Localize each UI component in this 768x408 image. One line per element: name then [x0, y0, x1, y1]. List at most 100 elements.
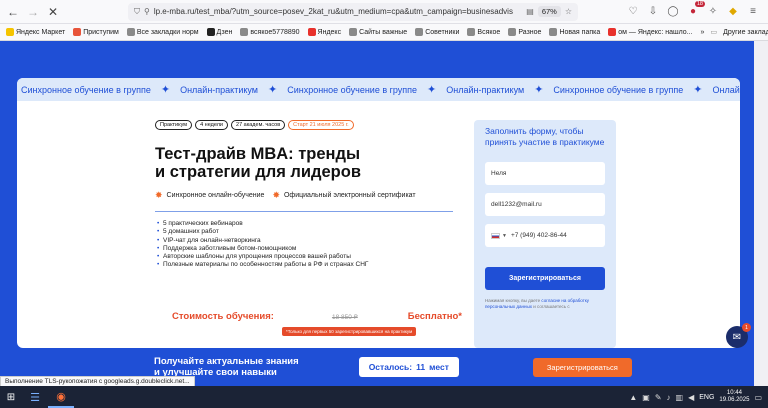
cta-text-line-1: Получайте актуальные знания — [154, 356, 299, 367]
page-info-icon[interactable]: ⚲ — [144, 7, 150, 16]
ticker-item: Онлайн-практикум — [446, 84, 525, 95]
task-view-icon[interactable]: ☰ — [22, 386, 48, 408]
sparkle-icon: ✦ — [267, 84, 278, 96]
sparkle-icon: ✦ — [160, 84, 171, 96]
clock-date: 19.06.2025 — [719, 397, 750, 403]
bookmark-favicon-icon — [206, 28, 215, 36]
chat-badge: 1 — [742, 323, 751, 332]
bookmark-item[interactable]: Сайты важные — [349, 28, 407, 36]
bookmark-item[interactable]: Дзен — [206, 28, 232, 36]
other-bookmarks-label: Другие закладки — [723, 28, 768, 36]
ticker-item: Онлайн-практикум — [180, 84, 258, 95]
reader-view-icon[interactable]: ▤ — [526, 7, 534, 16]
extension-icon[interactable]: ● 18 — [686, 0, 705, 19]
registration-form: Заполнить форму, чтобы принять участие в… — [474, 120, 616, 348]
ticker-item: Синхронное обучение в группе — [21, 84, 151, 95]
address-bar[interactable]: ⛉ ⚲ lp.e-mba.ru/test_mba/?utm_source=pos… — [128, 2, 578, 21]
benefits-list: 5 практических вебинаров5 домашних работ… — [155, 220, 453, 270]
menu-icon[interactable]: ≡ — [746, 5, 760, 19]
price-row: Стоимость обучения: 18 850 ₽ Бесплатно* — [172, 311, 462, 322]
bookmark-label: всякое5778890 — [250, 28, 300, 36]
firefox-icon[interactable]: ◉ — [48, 386, 74, 408]
bookmark-item[interactable]: Приступим — [73, 28, 119, 36]
speaker-icon[interactable]: ◀ — [688, 393, 694, 402]
clock-time: 10:44 — [726, 390, 742, 396]
downloads-icon[interactable]: ⇩ — [646, 5, 660, 19]
bookmark-item[interactable]: Всякое — [467, 28, 500, 36]
cta-register-button[interactable]: Зарегистрироваться — [532, 357, 632, 377]
sparkle-icon: ✦ — [693, 84, 703, 96]
bookmark-favicon-icon — [467, 28, 476, 36]
bookmark-item[interactable]: Яндекс Маркет — [6, 28, 65, 36]
feature-certificate: ✸ Официальный электронный сертификат — [272, 190, 415, 201]
tray-arrow-icon[interactable]: ▲ — [629, 393, 637, 402]
windows-start-icon[interactable]: ⊞ — [0, 386, 22, 408]
form-title: Заполнить форму, чтобы принять участие в… — [485, 126, 605, 147]
russia-flag-icon[interactable] — [491, 232, 500, 239]
bookmark-item[interactable]: Яндекс — [307, 28, 341, 36]
benefit-item: Полезные материалы по особенностям работ… — [155, 261, 453, 270]
notifications-icon[interactable]: ▭ — [754, 393, 762, 402]
bookmark-label: Приступим — [83, 28, 119, 36]
bookmark-item[interactable]: Разное — [508, 28, 541, 36]
account-icon[interactable]: ◯ — [666, 5, 680, 19]
browser-toolbar: ← → ✕ ⛉ ⚲ lp.e-mba.ru/test_mba/?utm_sour… — [0, 0, 768, 24]
taskbar: ⊞ ☰ ◉ ▲ ▣ ✎ ♪ ▥ ◀ ENG 10:44 19.06.2025 ▭ — [0, 386, 768, 408]
bookmark-item[interactable]: Новая папка — [549, 28, 600, 36]
phone-field[interactable]: ▼ +7 (949) 402-86-44 — [485, 224, 605, 247]
course-info: Практикум 4 недели 27 академ. часов Стар… — [155, 120, 453, 270]
url-text[interactable]: lp.e-mba.ru/test_mba/?utm_source=posev_2… — [154, 7, 522, 16]
chevron-down-icon[interactable]: ▼ — [502, 233, 507, 239]
back-icon[interactable]: ← — [4, 3, 22, 21]
landing-page: Синхронное обучение в группе ✦ Онлайн-прак… — [0, 41, 754, 386]
chat-icon: ✉ — [732, 331, 742, 343]
bookmark-star-icon[interactable]: ☆ — [565, 7, 572, 16]
clock[interactable]: 10:44 19.06.2025 — [719, 390, 749, 404]
seats-remaining: Осталось: 11 мест — [358, 357, 459, 377]
bookmark-label: Разное — [518, 28, 542, 36]
price-free: Бесплатно* — [407, 311, 462, 322]
marquee-ticker: Синхронное обучение в группе ✦ Онлайн-прак… — [17, 78, 740, 101]
benefit-item: 5 домашних работ — [155, 228, 453, 237]
network-icon[interactable]: ▥ — [676, 393, 684, 402]
forward-icon[interactable]: → — [24, 3, 42, 21]
chevron-right-icon[interactable]: » — [701, 29, 705, 36]
stop-loading-icon[interactable]: ✕ — [44, 3, 62, 21]
bookmark-label: Яндекс Маркет — [16, 28, 66, 36]
pocket-icon[interactable]: ♡ — [626, 5, 640, 19]
bookmark-item[interactable]: Все закладки норм — [126, 28, 199, 36]
bookmark-favicon-icon — [349, 28, 358, 36]
screenshot-icon[interactable]: ▣ — [642, 393, 650, 402]
name-field[interactable]: Неля — [485, 162, 605, 185]
volume-icon[interactable]: ♪ — [667, 393, 671, 402]
puzzle-extensions-icon[interactable]: ✧ — [706, 5, 720, 19]
benefit-item: VIP-чат для онлайн-нетворкинга — [155, 237, 453, 246]
chip-hours: 27 академ. часов — [231, 120, 286, 130]
gear-icon: ✸ — [272, 190, 280, 200]
phone-value[interactable]: +7 (949) 402-86-44 — [511, 232, 567, 239]
email-field[interactable]: dell1232@mail.ru — [485, 193, 605, 216]
bookmark-label: Сайты важные — [359, 28, 408, 36]
other-bookmarks[interactable]: » ▭ Другие закладки — [701, 28, 768, 37]
feature-certificate-label: Официальный электронный сертификат — [283, 192, 416, 199]
shield-icon[interactable]: ⛉ — [134, 7, 140, 17]
chip-duration: 4 недели — [195, 120, 229, 130]
vpn-icon[interactable]: ◆ — [726, 5, 740, 19]
pen-icon[interactable]: ✎ — [655, 393, 662, 402]
language-indicator[interactable]: ENG — [699, 394, 714, 401]
page-scrollbar[interactable] — [754, 41, 768, 386]
register-button[interactable]: Зарегистрироваться — [485, 267, 605, 290]
bookmark-label: Всякое — [477, 28, 501, 36]
course-chips: Практикум 4 недели 27 академ. часов Стар… — [155, 120, 453, 130]
zoom-level[interactable]: 67% — [537, 6, 561, 17]
bookmark-item[interactable]: Советники — [415, 28, 459, 36]
remaining-unit: мест — [429, 362, 449, 372]
chat-widget-button[interactable]: ✉ 1 — [726, 323, 751, 348]
price-label: Стоимость обучения: — [172, 311, 274, 322]
bookmark-item[interactable]: всякое5778890 — [240, 28, 300, 36]
bookmark-label: Все закладки норм — [136, 28, 199, 36]
divider — [155, 211, 453, 212]
bookmark-item[interactable]: ом — Яндекс: нашло... — [608, 28, 693, 36]
extension-count-badge: 18 — [694, 0, 705, 7]
bookmark-label: ом — Яндекс: нашло... — [618, 28, 693, 36]
